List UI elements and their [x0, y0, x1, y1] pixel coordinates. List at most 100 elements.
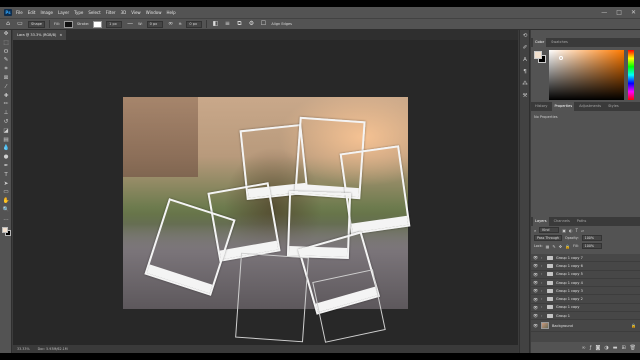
link-dimensions-icon[interactable]: ∞ [167, 20, 175, 28]
canvas-area[interactable] [13, 40, 518, 345]
close-tab-icon[interactable]: × [59, 33, 62, 37]
height-field[interactable]: 0 px [186, 20, 203, 28]
new-layer-icon[interactable]: ⊞ [621, 345, 625, 351]
width-field[interactable]: 0 px [146, 20, 163, 28]
visibility-eye-icon[interactable]: 👁 [533, 288, 538, 293]
layer-row[interactable]: 👁 › Group 1 copy 2 [531, 295, 640, 304]
rectangle-tool-preset-icon[interactable]: ▭ [16, 20, 24, 28]
visibility-eye-icon[interactable]: 👁 [533, 272, 538, 277]
gradient-tool-icon[interactable]: ▤ [0, 136, 12, 145]
layer-background[interactable]: 👁 Background 🔒 [531, 320, 640, 333]
stroke-color-swatch[interactable] [93, 20, 103, 28]
menu-window[interactable]: Window [146, 10, 162, 15]
tab-history[interactable]: History [533, 102, 549, 111]
layer-row[interactable]: 👁 › Group 1 copy 6 [531, 262, 640, 271]
tab-styles[interactable]: Styles [606, 102, 621, 111]
maximize-button[interactable]: □ [616, 9, 622, 16]
eyedropper-tool-icon[interactable]: ⁄ [0, 83, 12, 92]
visibility-eye-icon[interactable]: 👁 [533, 297, 538, 302]
mask-icon[interactable]: ◙ [595, 345, 600, 351]
expand-caret-icon[interactable]: › [541, 289, 544, 293]
visibility-eye-icon[interactable]: 👁 [533, 263, 538, 268]
tab-channels[interactable]: Channels [552, 217, 572, 226]
menu-layer[interactable]: Layer [58, 10, 69, 15]
rectangle-tool-icon[interactable]: ▭ [0, 188, 12, 197]
tab-paths[interactable]: Paths [575, 217, 589, 226]
expand-caret-icon[interactable]: › [541, 305, 544, 309]
dodge-tool-icon[interactable]: ● [0, 153, 12, 162]
menu-3d[interactable]: 3D [121, 10, 127, 15]
history-icon[interactable]: ⟲ [520, 30, 530, 42]
zoom-level[interactable]: 33.33% [17, 347, 30, 351]
filter-pixel-icon[interactable]: ▣ [562, 228, 566, 233]
document-tab[interactable]: Lara @ 33.3% (RGB/8) × [13, 30, 67, 40]
path-operations-icon[interactable]: ◧ [211, 20, 219, 28]
fx-icon[interactable]: ƒ [590, 345, 592, 351]
crop-tool-icon[interactable]: ⌗ [0, 65, 12, 74]
layer-kind-filter[interactable]: Kind [539, 227, 560, 233]
visibility-eye-icon[interactable]: 👁 [533, 255, 538, 260]
tab-adjustments[interactable]: Adjustments [577, 102, 603, 111]
history-brush-tool-icon[interactable]: ↺ [0, 118, 12, 127]
menu-help[interactable]: Help [166, 10, 175, 15]
foreground-color[interactable] [2, 226, 8, 233]
link-icon[interactable]: ∞ [582, 345, 586, 351]
color-swatches[interactable] [0, 226, 11, 238]
visibility-eye-icon[interactable]: 👁 [533, 280, 538, 285]
edit-toolbar-icon[interactable]: … [0, 215, 12, 224]
brush-tool-icon[interactable]: ✏ [0, 100, 12, 109]
polaroid-frame-outline[interactable] [312, 269, 386, 343]
expand-caret-icon[interactable]: › [541, 264, 544, 268]
expand-caret-icon[interactable]: › [541, 272, 544, 276]
color-picker-cursor[interactable] [559, 56, 563, 60]
tab-properties[interactable]: Properties [552, 102, 575, 111]
close-button[interactable]: ✕ [631, 9, 636, 16]
tab-swatches[interactable]: Swatches [549, 38, 570, 47]
frame-tool-icon[interactable]: ⊠ [0, 74, 12, 83]
hue-slider[interactable] [628, 50, 634, 100]
menu-file[interactable]: File [16, 10, 23, 15]
stroke-width-field[interactable]: 1 px [106, 20, 123, 28]
tool-mode-select[interactable]: Shape [28, 20, 45, 28]
glyphs-icon[interactable]: ⁂ [520, 78, 530, 90]
fill-field[interactable]: 100% [581, 243, 602, 249]
new-group-icon[interactable]: ▬ [613, 345, 618, 351]
visibility-eye-icon[interactable]: 👁 [533, 313, 538, 318]
filter-type-icon[interactable]: T [576, 228, 578, 233]
expand-caret-icon[interactable]: › [541, 281, 544, 285]
layer-row[interactable]: 👁 › Group 1 copy [531, 304, 640, 313]
path-alignment-icon[interactable]: ≡ [223, 20, 231, 28]
type-tool-icon[interactable]: T [0, 171, 12, 180]
lock-position-icon[interactable]: ✥ [559, 244, 562, 249]
tool-presets-icon[interactable]: ⚒ [520, 90, 530, 102]
stroke-type-icon[interactable]: — [126, 20, 134, 28]
color-picker-field[interactable] [549, 50, 624, 100]
blend-mode-select[interactable]: Pass Through [534, 235, 563, 241]
layer-row[interactable]: 👁 › Group 1 copy 3 [531, 287, 640, 296]
menu-filter[interactable]: Filter [106, 10, 116, 15]
adjustment-icon[interactable]: ◑ [604, 345, 608, 351]
blur-tool-icon[interactable]: 💧 [0, 144, 12, 153]
spot-healing-tool-icon[interactable]: ✚ [0, 92, 12, 101]
eraser-tool-icon[interactable]: ◪ [0, 127, 12, 136]
character-icon[interactable]: A [520, 54, 530, 66]
expand-caret-icon[interactable]: › [541, 314, 544, 318]
layer-row[interactable]: 👁 › Group 1 [531, 312, 640, 321]
menu-image[interactable]: Image [40, 10, 53, 15]
expand-caret-icon[interactable]: › [541, 297, 544, 301]
align-edges-checkbox[interactable]: ☐ [259, 20, 267, 28]
trash-icon[interactable]: 🗑 [630, 345, 636, 351]
lock-paint-icon[interactable]: ✎ [552, 244, 555, 249]
pen-tool-icon[interactable]: ✒ [0, 162, 12, 171]
tab-color[interactable]: Color [533, 38, 547, 47]
filter-adjustment-icon[interactable]: ◐ [569, 228, 573, 233]
lock-transparent-icon[interactable]: ▦ [546, 244, 550, 249]
marquee-tool-icon[interactable]: ⬚ [0, 39, 12, 48]
brush-settings-icon[interactable]: ✐ [520, 42, 530, 54]
polaroid-frame[interactable] [339, 145, 411, 235]
path-arrangement-icon[interactable]: ⧉ [235, 20, 243, 28]
layer-row[interactable]: 👁 › Group 1 copy 7 [531, 254, 640, 263]
lock-all-icon[interactable]: 🔒 [565, 244, 570, 249]
foreground-color[interactable] [534, 51, 542, 59]
hand-tool-icon[interactable]: ✋ [0, 197, 12, 206]
